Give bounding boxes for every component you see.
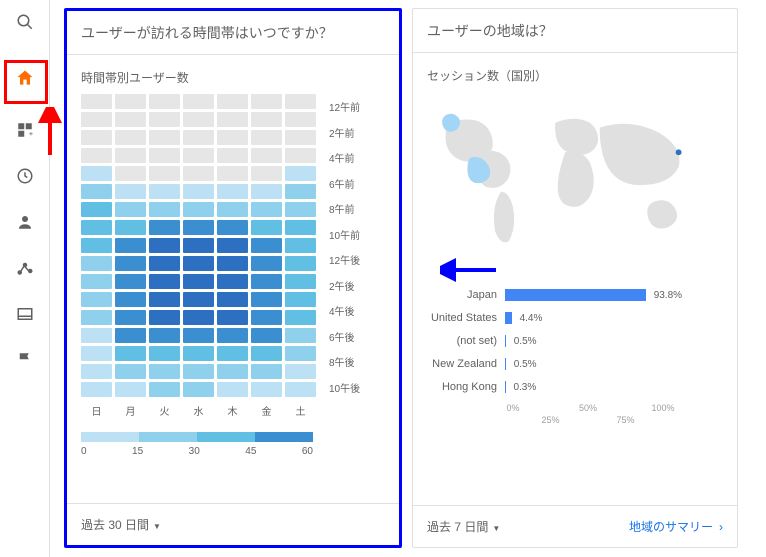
annotation-red-arrow xyxy=(38,107,62,157)
country-row: (not set)0.5% xyxy=(427,334,723,348)
time-heatmap-card: ユーザーが訪れる時間帯はいつですか？ 時間帯別ユーザー数 12午前2午前4午前6… xyxy=(64,8,402,548)
customize-icon[interactable]: + xyxy=(13,118,37,142)
world-map xyxy=(427,92,723,262)
annotation-red-box xyxy=(4,60,48,104)
clock-icon[interactable] xyxy=(13,164,37,188)
country-bar-chart: Japan93.8% United States4.4% (not set)0.5%… xyxy=(427,288,723,394)
panel-icon[interactable] xyxy=(13,302,37,326)
card-title: ユーザーの地域は？ xyxy=(413,9,737,53)
date-range-selector[interactable]: 過去 30 日間▼ xyxy=(81,516,161,533)
country-row: Japan93.8% xyxy=(427,288,723,302)
country-row: Hong Kong0.3% xyxy=(427,380,723,394)
bar-axis: 0%50%100%25%75% xyxy=(427,403,723,427)
graph-icon[interactable] xyxy=(13,256,37,280)
heatmap-subtitle: 時間帯別ユーザー数 xyxy=(81,69,385,86)
date-range-selector[interactable]: 過去 7 日間▼ xyxy=(427,518,500,535)
country-row: New Zealand0.5% xyxy=(427,357,723,371)
flag-icon[interactable] xyxy=(13,348,37,372)
annotation-blue-arrow xyxy=(440,258,500,282)
heatmap-legend xyxy=(81,432,385,442)
user-icon[interactable] xyxy=(13,210,37,234)
card-title: ユーザーが訪れる時間帯はいつですか？ xyxy=(67,11,399,55)
geo-subtitle: セッション数（国別） xyxy=(427,67,723,84)
country-row: United States4.4% xyxy=(427,311,723,325)
chevron-down-icon: ▼ xyxy=(492,524,500,533)
main-content: ユーザーが訪れる時間帯はいつですか？ 時間帯別ユーザー数 12午前2午前4午前6… xyxy=(56,0,746,556)
chevron-right-icon: › xyxy=(719,520,723,534)
chevron-down-icon: ▼ xyxy=(153,522,161,531)
heatmap-chart: 12午前2午前4午前6午前8午前10午前12午後2午後4午後6午後8午後10午後… xyxy=(81,94,385,457)
search-icon[interactable] xyxy=(13,10,37,34)
svg-text:+: + xyxy=(28,129,33,138)
geo-summary-link[interactable]: 地域のサマリー› xyxy=(629,518,723,535)
